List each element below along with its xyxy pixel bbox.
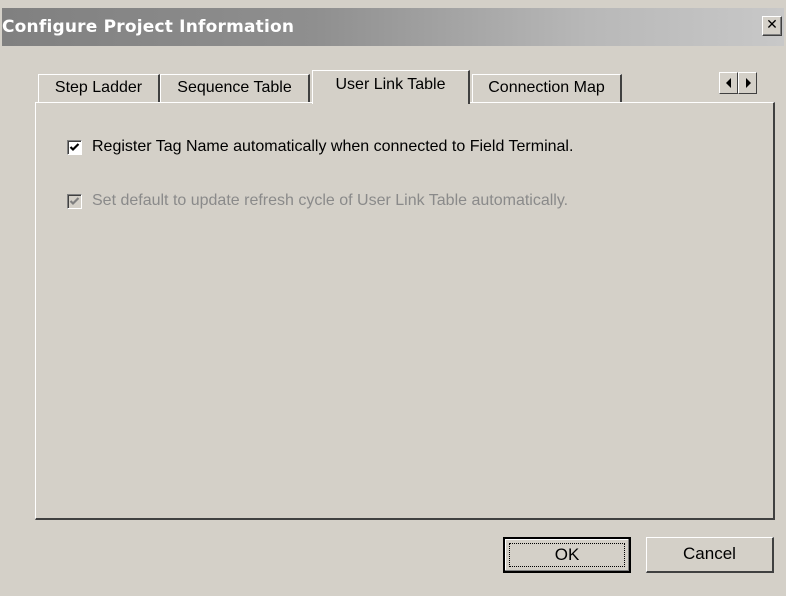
tab-scroll-right-button[interactable] (738, 72, 757, 94)
update-refresh-cycle-label: Set default to update refresh cycle of U… (92, 192, 569, 209)
register-tag-name-option[interactable]: Register Tag Name automatically when con… (67, 137, 573, 157)
configure-project-dialog: Configure Project Information ✕ Step Lad… (0, 0, 786, 596)
checkmark-icon (69, 196, 80, 205)
left-triangle-icon (725, 78, 731, 88)
ok-button-label: OK (509, 543, 625, 567)
title-bar[interactable]: Configure Project Information ✕ (2, 8, 784, 46)
tab-label: Connection Map (488, 79, 605, 96)
tab-connection-map[interactable]: Connection Map (472, 74, 622, 102)
tab-label: User Link Table (335, 76, 446, 93)
tab-label: Step Ladder (54, 79, 143, 96)
cancel-button[interactable]: Cancel (646, 537, 774, 573)
close-icon: ✕ (766, 17, 778, 33)
right-triangle-icon (745, 78, 751, 88)
tab-scroll-left-button[interactable] (719, 72, 738, 94)
update-refresh-cycle-option: Set default to update refresh cycle of U… (67, 191, 568, 211)
ok-button[interactable]: OK (503, 537, 631, 573)
window-title: Configure Project Information (2, 17, 295, 37)
checkmark-icon (69, 142, 80, 151)
cancel-button-label: Cancel (683, 544, 736, 563)
update-refresh-cycle-checkbox (67, 193, 82, 209)
close-button[interactable]: ✕ (762, 16, 782, 36)
tab-step-ladder[interactable]: Step Ladder (38, 74, 160, 102)
register-tag-name-label: Register Tag Name automatically when con… (92, 138, 574, 155)
tab-user-link-table[interactable]: User Link Table (312, 70, 470, 104)
user-link-table-panel: Register Tag Name automatically when con… (35, 102, 775, 520)
tab-scroll-buttons (719, 72, 757, 94)
tab-sequence-table[interactable]: Sequence Table (160, 74, 310, 102)
register-tag-name-checkbox[interactable] (67, 139, 82, 155)
tab-label: Sequence Table (177, 79, 292, 96)
